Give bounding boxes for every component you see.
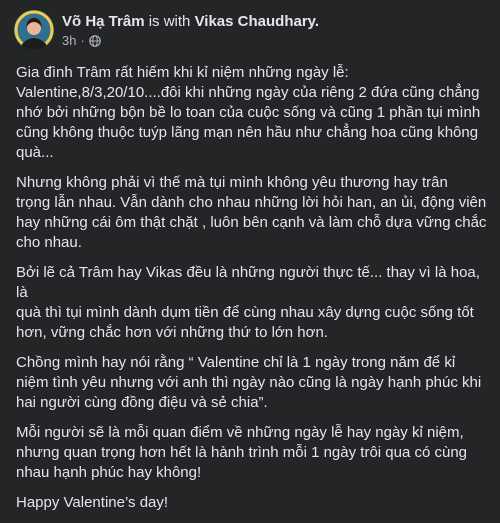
author-line: Võ Hạ Trâm is with Vikas Chaudhary. [62, 12, 319, 31]
post-subline: 3h · [62, 33, 319, 49]
post-body: Gia đình Trâm rất hiếm khi kỉ niệm những… [16, 63, 488, 523]
avatar[interactable] [14, 10, 54, 50]
post-meta: Võ Hạ Trâm is with Vikas Chaudhary. 3h · [62, 12, 319, 49]
post-paragraph: Happy Valentine’s day! [16, 494, 169, 511]
author-name[interactable]: Võ Hạ Trâm [62, 13, 145, 30]
post-paragraph: Gia đình Trâm rất hiếm khi kỉ niệm những… [16, 64, 481, 161]
with-text: is with [148, 12, 191, 30]
avatar-image [14, 10, 54, 50]
post-paragraph: Bởi lẽ cả Trâm hay Vikas đều là những ng… [16, 264, 480, 341]
post-time[interactable]: 3h [62, 33, 76, 49]
post-header: Võ Hạ Trâm is with Vikas Chaudhary. 3h · [14, 10, 319, 50]
post-paragraph: Mỗi người sẽ là mỗi quan điểm về những n… [16, 424, 468, 481]
post-paragraph: Chồng mình hay nói rằng “ Valentine chỉ … [16, 354, 482, 411]
post-paragraph: Nhưng không phải vì thế mà tụi mình khôn… [16, 174, 487, 251]
tagged-name[interactable]: Vikas Chaudhary. [195, 13, 320, 30]
globe-icon[interactable] [89, 34, 101, 47]
separator-dot: · [80, 32, 85, 48]
facebook-post: Võ Hạ Trâm is with Vikas Chaudhary. 3h ·… [0, 0, 500, 511]
